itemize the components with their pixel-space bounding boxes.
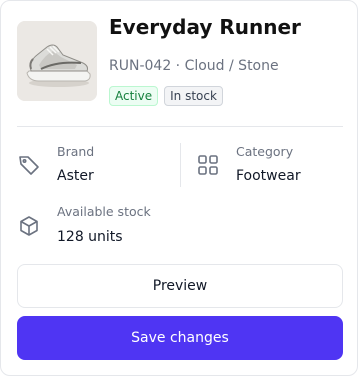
box-icon <box>20 216 38 236</box>
status-badge-stock: In stock <box>164 86 223 106</box>
brand-label: Brand <box>57 144 95 159</box>
product-sku-color: RUN-042 · Cloud / Stone <box>109 58 279 74</box>
category-value: Footwear <box>236 168 301 184</box>
grid-icon <box>198 155 218 175</box>
stock-label: Available stock <box>57 204 151 219</box>
stock-value: 128 units <box>57 229 123 245</box>
brand-value: Aster <box>57 168 94 184</box>
status-badges: Active In stock <box>109 86 223 106</box>
column-divider <box>180 143 181 187</box>
category-label: Category <box>236 144 294 159</box>
product-image <box>17 21 97 101</box>
tag-icon <box>19 156 39 175</box>
sneaker-image <box>17 21 97 101</box>
status-badge-active: Active <box>109 86 159 106</box>
preview-button[interactable]: Preview <box>17 264 343 308</box>
product-card: Everyday Runner RUN-042 · Cloud / Stone … <box>0 0 358 376</box>
section-divider <box>17 126 343 127</box>
product-title: Everyday Runner <box>109 15 301 39</box>
save-changes-button[interactable]: Save changes <box>17 316 343 360</box>
